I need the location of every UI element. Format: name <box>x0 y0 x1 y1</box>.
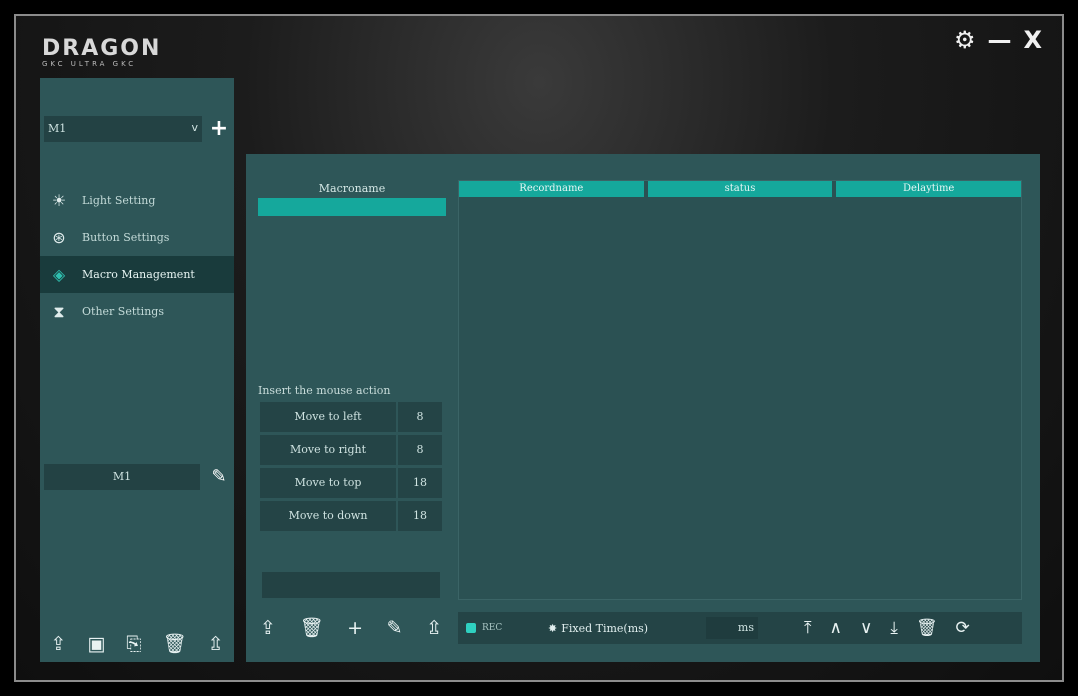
move-top-button[interactable]: Move to top <box>260 468 396 498</box>
macro-list: Macroname <box>258 180 446 216</box>
sidebar-item-button-settings[interactable]: ⊛ Button Settings <box>40 219 234 256</box>
chevron-down-icon: v <box>191 121 198 134</box>
sidebar-item-label: Macro Management <box>82 268 195 281</box>
radio-icon: ✸ <box>548 621 558 635</box>
add-profile-button[interactable]: + <box>208 116 230 142</box>
profile-select-value: M1 <box>48 122 67 135</box>
record-controls-bar: REC ✸ Fixed Time(ms) ms ⤒ ∧ ∨ ⤓ 🗑 ⟳ <box>458 612 1022 644</box>
edit-icon[interactable]: ✎ <box>387 616 403 640</box>
move-down-icon[interactable]: ∨ <box>860 616 872 640</box>
move-left-value[interactable]: 8 <box>398 402 442 432</box>
insert-mouse-action-label: Insert the mouse action <box>258 384 391 397</box>
sidebar-nav: ☀ Light Setting ⊛ Button Settings ◈ Macr… <box>40 182 234 330</box>
minimize-icon[interactable]: — <box>987 28 1011 52</box>
table-header: Recordname status Delaytime <box>459 181 1022 197</box>
profile-select[interactable]: M1 v <box>44 116 202 142</box>
move-to-bottom-icon[interactable]: ⤓ <box>890 616 898 640</box>
import-icon[interactable]: ⇪ <box>260 616 276 640</box>
edit-icon[interactable]: ✎ <box>208 466 230 488</box>
profile-selector-row: M1 v + <box>44 116 230 142</box>
list-item: Move to down 18 <box>260 501 442 531</box>
list-item: Move to left 8 <box>260 402 442 432</box>
macro-name-row: M1 ✎ <box>44 464 230 490</box>
list-item: Move to right 8 <box>260 435 442 465</box>
column-header-status: status <box>647 181 833 197</box>
fixed-time-label: Fixed Time(ms) <box>561 621 649 635</box>
sidebar-item-label: Light Setting <box>82 194 156 207</box>
sidebar-item-macro-management[interactable]: ◈ Macro Management <box>40 256 234 293</box>
fixed-time-input[interactable]: ms <box>706 617 758 639</box>
copy-icon[interactable]: ⎘ <box>126 632 141 656</box>
move-down-button[interactable]: Move to down <box>260 501 396 531</box>
record-indicator-label: REC <box>482 623 503 633</box>
move-top-value[interactable]: 18 <box>398 468 442 498</box>
delete-icon[interactable]: 🗑 <box>916 616 938 640</box>
move-down-value[interactable]: 18 <box>398 501 442 531</box>
brand-name: DRAGON <box>42 36 162 61</box>
sidebar-toolbar: ⇪ ▣ ⎘ 🗑 ⇫ <box>40 632 234 656</box>
save-icon[interactable]: ▣ <box>87 632 105 656</box>
delete-icon[interactable]: 🗑 <box>299 616 323 640</box>
move-to-top-icon[interactable]: ⤒ <box>804 616 812 640</box>
move-right-value[interactable]: 8 <box>398 435 442 465</box>
macro-name-field[interactable]: M1 <box>44 464 200 490</box>
sun-icon: ☀ <box>51 191 67 210</box>
sidebar-item-other-settings[interactable]: ⧗ Other Settings <box>40 293 234 330</box>
export-icon[interactable]: ⇫ <box>208 632 224 656</box>
move-right-button[interactable]: Move to right <box>260 435 396 465</box>
mouse-action-list: Move to left 8 Move to right 8 Move to t… <box>260 402 442 534</box>
record-indicator-checkbox[interactable] <box>466 623 476 633</box>
macro-list-item-selected[interactable] <box>258 198 446 216</box>
move-left-button[interactable]: Move to left <box>260 402 396 432</box>
window-controls: ⚙ — X <box>954 28 1042 52</box>
sidebar-item-label: Other Settings <box>82 305 164 318</box>
column-header-recordname: Recordname <box>459 181 644 197</box>
sidebar-item-light-setting[interactable]: ☀ Light Setting <box>40 182 234 219</box>
main-panel: Macroname Insert the mouse action Move t… <box>246 154 1040 662</box>
tools-icon: ⧗ <box>53 301 65 321</box>
settings-gear-icon[interactable]: ⚙ <box>954 28 976 52</box>
macro-list-toolbar: ⇪ 🗑 + ✎ ⇫ <box>260 616 442 640</box>
close-icon[interactable]: X <box>1023 28 1042 52</box>
record-table: Recordname status Delaytime <box>458 180 1022 600</box>
add-icon[interactable]: + <box>347 616 363 640</box>
macro-cube-icon: ◈ <box>52 265 66 284</box>
sidebar: M1 v + ☀ Light Setting ⊛ Button Settings… <box>40 78 234 662</box>
import-icon[interactable]: ⇪ <box>50 632 66 656</box>
fixed-time-option[interactable]: ✸ Fixed Time(ms) <box>548 622 698 635</box>
list-item: Move to top 18 <box>260 468 442 498</box>
record-icon[interactable]: ⟳ <box>956 616 970 640</box>
sidebar-item-label: Button Settings <box>82 231 170 244</box>
column-header-delaytime: Delaytime <box>836 181 1022 197</box>
record-toolbar: ⤒ ∧ ∨ ⤓ 🗑 ⟳ <box>804 616 970 640</box>
macro-list-header: Macroname <box>318 182 386 195</box>
macro-input-field[interactable] <box>262 572 440 598</box>
delete-icon[interactable]: 🗑 <box>162 632 186 656</box>
move-up-icon[interactable]: ∧ <box>830 616 842 640</box>
export-icon[interactable]: ⇫ <box>426 616 442 640</box>
brand-subtitle: GKC ULTRA GKC <box>42 60 137 68</box>
brand-logo: DRAGON GKC ULTRA GKC <box>42 36 162 69</box>
app-window: DRAGON GKC ULTRA GKC ⚙ — X M1 v + ☀ Ligh… <box>14 14 1064 682</box>
button-icon: ⊛ <box>52 228 66 247</box>
